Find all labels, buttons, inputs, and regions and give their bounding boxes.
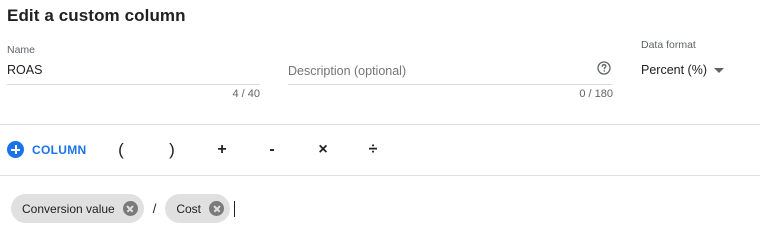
multiply-button[interactable]: × xyxy=(311,138,335,162)
help-circle-icon[interactable] xyxy=(597,61,611,75)
add-circle-icon xyxy=(7,141,24,158)
name-underline xyxy=(7,84,260,85)
divide-button[interactable]: ÷ xyxy=(361,138,385,162)
divider xyxy=(0,124,760,125)
divider xyxy=(0,175,760,176)
description-char-count: 0 / 180 xyxy=(579,88,613,100)
name-char-count: 4 / 40 xyxy=(232,88,260,100)
add-column-button[interactable]: COLUMN xyxy=(7,141,86,158)
formula-editor[interactable]: Conversion value / Cost xyxy=(11,194,236,223)
remove-chip-icon[interactable] xyxy=(122,201,138,216)
data-format-label: Data format xyxy=(641,39,696,51)
formula-chip[interactable]: Cost xyxy=(165,194,231,223)
data-format-select[interactable]: Percent (%) xyxy=(641,63,724,77)
plus-button[interactable]: + xyxy=(210,138,234,162)
add-column-label: COLUMN xyxy=(32,142,87,157)
remove-chip-icon[interactable] xyxy=(209,201,225,216)
description-input[interactable]: Description (optional) xyxy=(288,64,406,78)
formula-toolbar: COLUMN ( ) + - × ÷ xyxy=(0,138,760,162)
chevron-down-icon xyxy=(714,67,724,73)
data-format-value: Percent (%) xyxy=(641,63,707,77)
close-paren-button[interactable]: ) xyxy=(160,138,184,162)
open-paren-button[interactable]: ( xyxy=(109,138,133,162)
formula-chip[interactable]: Conversion value xyxy=(11,194,144,223)
description-underline xyxy=(288,84,613,85)
chip-label: Conversion value xyxy=(22,201,115,216)
chip-label: Cost xyxy=(176,201,202,216)
name-input[interactable]: ROAS xyxy=(7,63,42,77)
dialog-title: Edit a custom column xyxy=(7,6,186,25)
text-cursor xyxy=(234,200,236,217)
minus-button[interactable]: - xyxy=(260,138,284,162)
name-label: Name xyxy=(7,44,36,56)
formula-operator: / xyxy=(152,201,157,216)
